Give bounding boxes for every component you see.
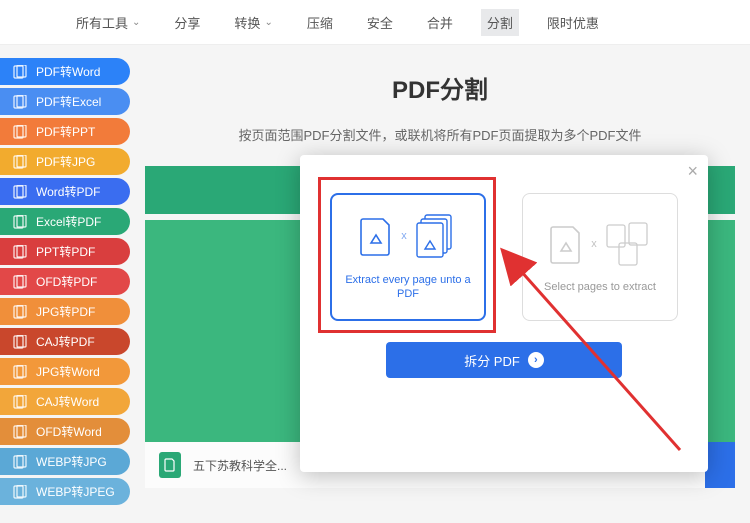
split-options-modal: × x Extract every page unto a PDF x Sele… bbox=[300, 155, 708, 472]
option-label: Extract every page unto a PDF bbox=[342, 273, 474, 302]
close-icon[interactable]: × bbox=[687, 161, 698, 182]
x-icon: x bbox=[401, 230, 407, 242]
pdf-pages-icon: x bbox=[549, 221, 651, 267]
option-label: Select pages to extract bbox=[544, 281, 656, 293]
split-pdf-button[interactable]: 拆分 PDF › bbox=[386, 342, 622, 378]
option-select-pages[interactable]: x Select pages to extract bbox=[522, 193, 678, 321]
pdf-stack-icon: x bbox=[359, 213, 457, 259]
arrow-right-icon: › bbox=[528, 352, 544, 368]
option-extract-every-page[interactable]: x Extract every page unto a PDF bbox=[330, 193, 486, 321]
x-icon: x bbox=[591, 238, 597, 250]
